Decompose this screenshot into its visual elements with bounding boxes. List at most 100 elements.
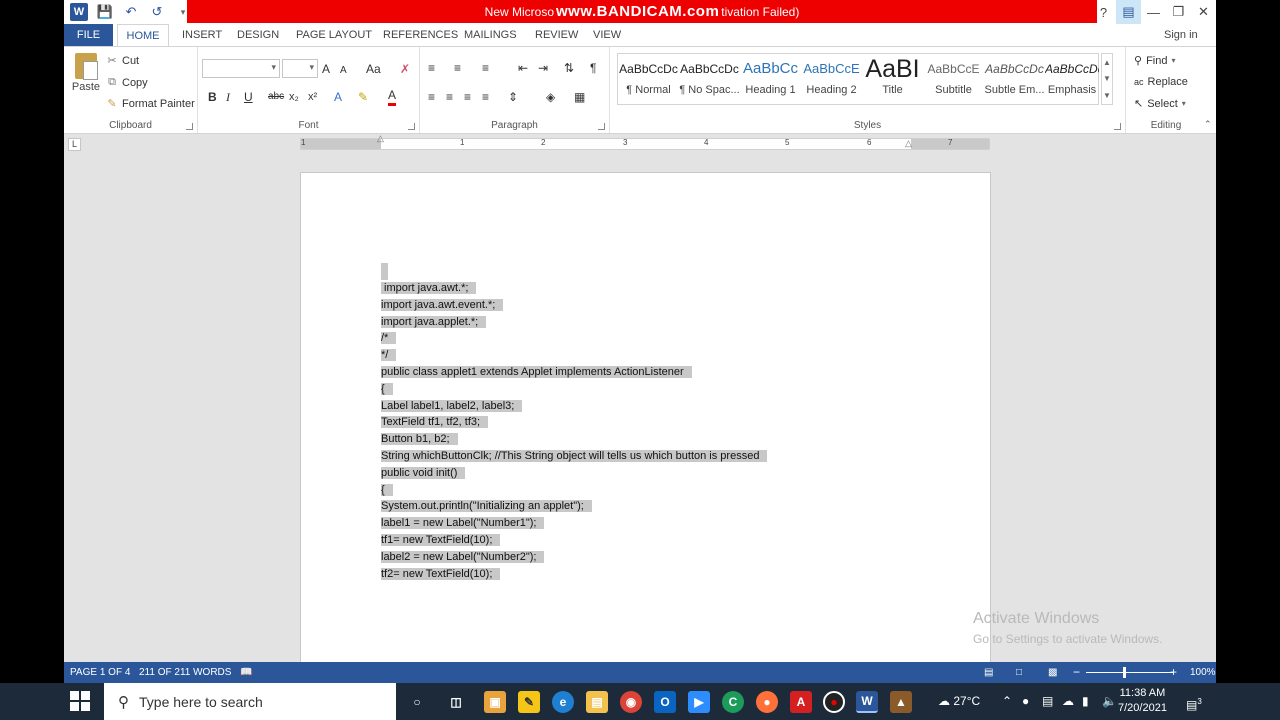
acrobat-icon[interactable]: A	[790, 691, 812, 713]
format-painter-button[interactable]: ✎ Format Painter	[106, 97, 194, 111]
volume-icon[interactable]: 🔈	[1102, 683, 1117, 720]
task-view-icon[interactable]: ◫	[445, 691, 467, 713]
indent-marker-icon[interactable]: △	[377, 133, 384, 144]
chevron-up-icon[interactable]: ▲	[1103, 58, 1111, 67]
tab-mailings[interactable]: MAILINGS	[464, 24, 517, 46]
web-layout-icon[interactable]: ▩	[1048, 662, 1057, 683]
help-button[interactable]: ?	[1091, 0, 1116, 24]
align-right-icon[interactable]: ≡	[464, 88, 471, 106]
borders-icon[interactable]: ▦	[574, 88, 585, 106]
style-subtitle[interactable]: AaBbCcE Subtitle	[923, 54, 984, 104]
style-subtle-emphasis[interactable]: AaBbCcDc Subtle Em...	[984, 54, 1045, 104]
redo-icon[interactable]: ↺	[148, 3, 166, 21]
align-left-icon[interactable]: ≡	[428, 88, 435, 106]
find-button[interactable]: ⚲ Find ▾	[1134, 54, 1175, 68]
read-mode-icon[interactable]: ▤	[984, 662, 993, 683]
tab-references[interactable]: REFERENCES	[383, 24, 458, 46]
file-explorer-icon[interactable]: ▤	[586, 691, 608, 713]
app-icon[interactable]: ▲	[890, 691, 912, 713]
copy-button[interactable]: ⧉ Copy	[106, 76, 148, 89]
shading-icon[interactable]: ◈	[546, 88, 555, 106]
zoom-app-icon[interactable]: ▶	[688, 691, 710, 713]
store-icon[interactable]: ▣	[484, 691, 506, 713]
tab-page-layout[interactable]: PAGE LAYOUT	[296, 24, 372, 46]
minimize-button[interactable]: —	[1141, 0, 1166, 24]
italic-button[interactable]: I	[226, 88, 230, 106]
zoom-level[interactable]: 100%	[1190, 662, 1216, 683]
highlight-icon[interactable]: ✎	[358, 88, 368, 106]
horizontal-ruler[interactable]: 1 1 2 3 4 5 6 7 △ △	[300, 133, 990, 150]
increase-indent-icon[interactable]: ⇥	[538, 59, 548, 77]
clipboard-launcher-icon[interactable]	[186, 123, 193, 130]
strikethrough-button[interactable]: abc	[268, 88, 284, 106]
battery-icon[interactable]: ▮	[1082, 683, 1089, 720]
tab-file[interactable]: FILE	[64, 24, 113, 46]
close-button[interactable]: ✕	[1191, 0, 1216, 24]
font-name-combo[interactable]	[202, 59, 280, 78]
ribbon-display-options-icon[interactable]: ▤	[1116, 0, 1141, 24]
cut-button[interactable]: ✂ Cut	[106, 54, 139, 68]
tab-review[interactable]: REVIEW	[535, 24, 578, 46]
select-button[interactable]: ↖ Select ▾	[1134, 97, 1186, 111]
style-no-spacing[interactable]: AaBbCcDc ¶ No Spac...	[679, 54, 740, 104]
notification-center-icon[interactable]: ▤3	[1186, 683, 1202, 720]
text-effects-icon[interactable]: A	[334, 88, 342, 106]
style-heading-2[interactable]: AaBbCcE Heading 2	[801, 54, 862, 104]
tab-insert[interactable]: INSERT	[182, 24, 222, 46]
style-emphasis[interactable]: AaBbCcDc Emphasis	[1045, 54, 1099, 104]
sort-icon[interactable]: ⇅	[564, 59, 574, 77]
underline-button[interactable]: U	[244, 88, 253, 106]
align-center-icon[interactable]: ≡	[446, 88, 453, 106]
bold-button[interactable]: B	[208, 88, 217, 106]
save-icon[interactable]: 💾	[96, 3, 114, 21]
replace-button[interactable]: ac Replace	[1134, 76, 1188, 88]
edge-icon[interactable]: e	[552, 691, 574, 713]
zoom-slider-track[interactable]	[1086, 672, 1174, 673]
zoom-out-button[interactable]: −	[1073, 662, 1080, 683]
sticky-notes-icon[interactable]: ✎	[518, 691, 540, 713]
justify-icon[interactable]: ≡	[482, 88, 489, 106]
multilevel-list-icon[interactable]: ≡	[482, 59, 489, 77]
zoom-in-button[interactable]: +	[1170, 662, 1177, 683]
bandicam-record-icon[interactable]: ●	[823, 691, 845, 713]
font-color-icon[interactable]: A	[388, 88, 397, 106]
font-launcher-icon[interactable]	[408, 123, 415, 130]
collapse-ribbon-icon[interactable]: ⌃	[1204, 119, 1212, 130]
chevron-down-icon[interactable]: ▼	[1103, 74, 1111, 83]
show-formatting-button[interactable]: ¶	[590, 59, 596, 77]
tab-design[interactable]: DESIGN	[237, 24, 279, 46]
page-count[interactable]: PAGE 1 OF 4	[70, 662, 130, 683]
line-spacing-icon[interactable]: ⇕	[508, 88, 518, 106]
tab-selector[interactable]: L	[68, 138, 81, 151]
network-icon[interactable]: ▤	[1042, 683, 1053, 720]
camtasia-icon[interactable]: C	[722, 691, 744, 713]
word-count[interactable]: 211 OF 211 WORDS	[139, 662, 231, 683]
tab-view[interactable]: VIEW	[593, 24, 621, 46]
superscript-button[interactable]: x²	[308, 88, 317, 106]
subscript-button[interactable]: x₂	[289, 88, 299, 106]
style-heading-1[interactable]: AaBbCc Heading 1	[740, 54, 801, 104]
styles-launcher-icon[interactable]	[1114, 123, 1121, 130]
numbering-icon[interactable]: ≡	[454, 59, 461, 77]
taskbar-search-box[interactable]: ⚲ Type here to search	[104, 683, 396, 720]
more-styles-icon[interactable]: ▼	[1103, 91, 1111, 100]
undo-icon[interactable]: ↶	[122, 3, 140, 21]
tray-chevron-icon[interactable]: ⌃	[1002, 683, 1012, 720]
style-normal[interactable]: AaBbCcDc ¶ Normal	[618, 54, 679, 104]
change-case-button[interactable]: Aa	[366, 60, 381, 78]
chrome-icon[interactable]: ◉	[620, 691, 642, 713]
cortana-icon[interactable]: ○	[406, 691, 428, 713]
windows-start-icon[interactable]	[70, 691, 90, 711]
document-page[interactable]: import java.awt.*; import java.awt.event…	[300, 172, 991, 672]
sign-in-link[interactable]: Sign in	[1164, 24, 1198, 46]
firefox-icon[interactable]: ●	[756, 691, 778, 713]
clear-formatting-icon[interactable]: ✗	[400, 60, 410, 78]
zoom-slider-thumb[interactable]	[1123, 667, 1126, 678]
shrink-font-button[interactable]: A	[340, 62, 347, 80]
grow-font-button[interactable]: A	[322, 60, 330, 78]
taskbar-clock[interactable]: 11:38 AM 7/20/2021	[1118, 686, 1167, 716]
font-size-combo[interactable]	[282, 59, 318, 78]
tab-home[interactable]: HOME	[117, 24, 169, 46]
paragraph-launcher-icon[interactable]	[598, 123, 605, 130]
outlook-icon[interactable]: O	[654, 691, 676, 713]
